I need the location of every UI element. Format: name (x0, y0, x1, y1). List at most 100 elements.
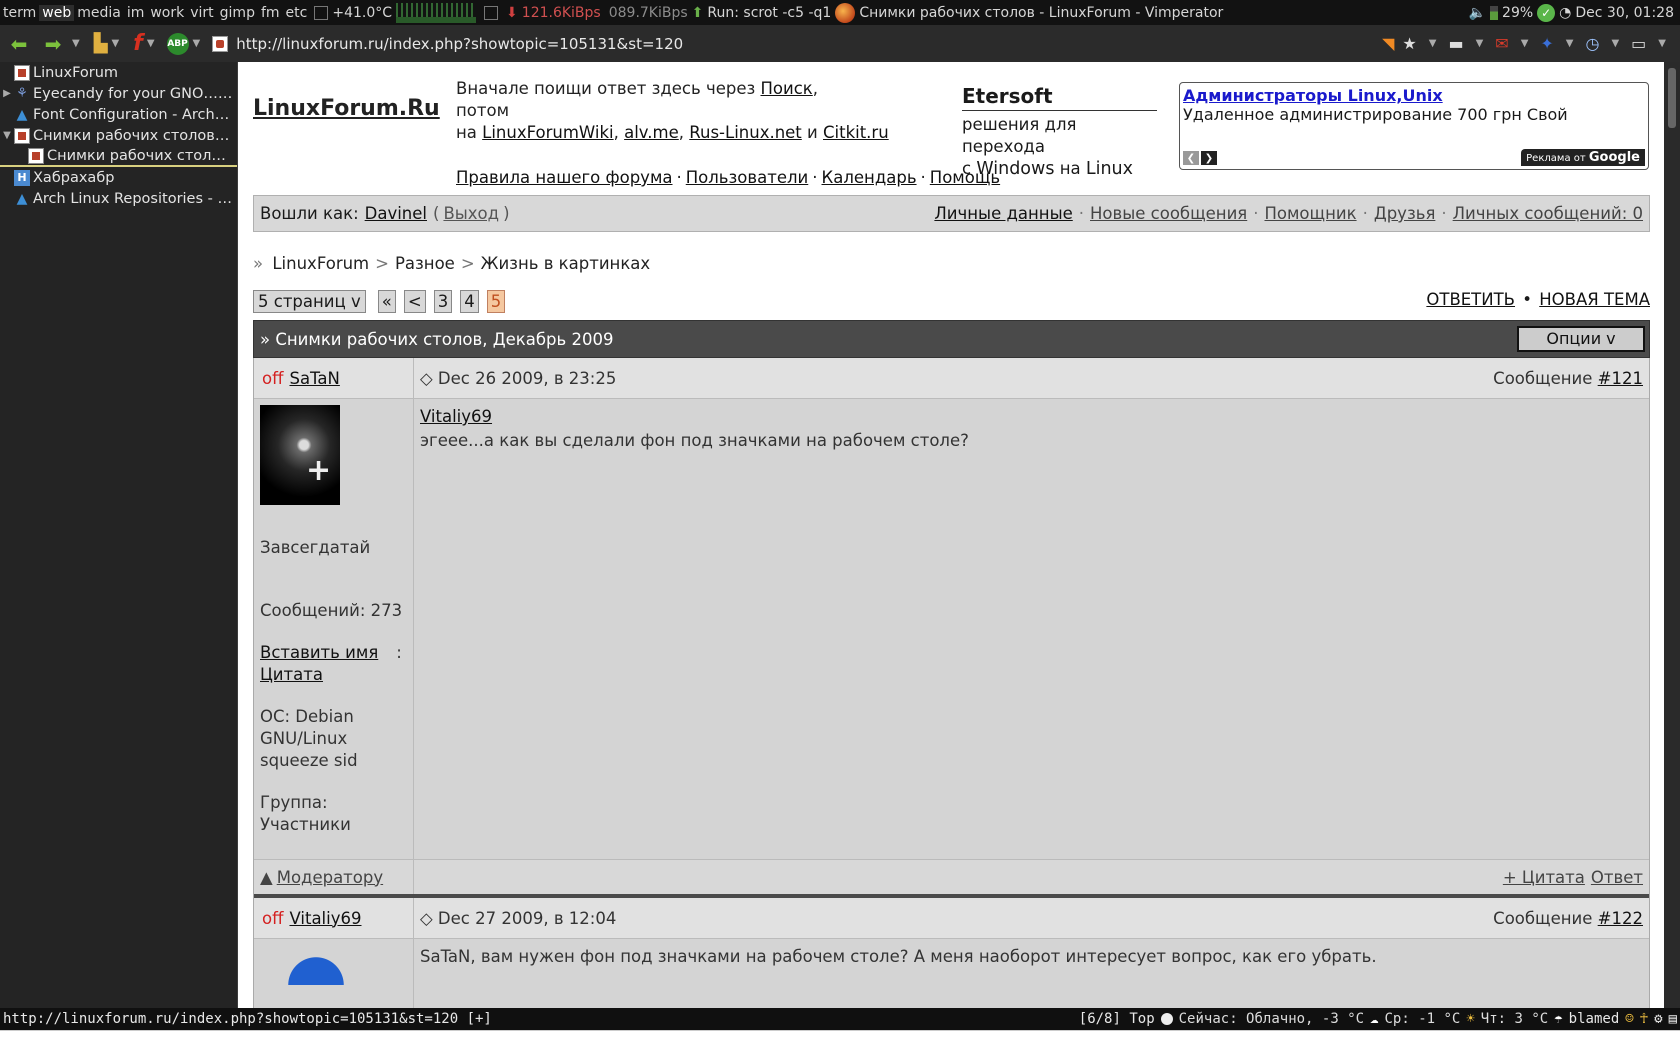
tag-etc[interactable]: etc (283, 5, 311, 21)
folder-dropdown-icon[interactable]: ▼ (112, 38, 120, 49)
page-3-button[interactable]: 3 (433, 290, 453, 313)
delicious-star-icon[interactable]: ✦ (1540, 34, 1553, 53)
run-prompt[interactable]: Run: scrot -c5 -q1 (707, 5, 831, 21)
page-scrollbar[interactable] (1664, 62, 1680, 1008)
flash-icon[interactable]: f (133, 31, 143, 56)
collapse-icon[interactable]: ▼ (0, 130, 14, 141)
clock-dropdown-icon[interactable]: ▼ (1611, 38, 1619, 49)
friends-link[interactable]: Друзья (1374, 204, 1436, 223)
gmail-icon[interactable]: ✉ (1495, 34, 1508, 53)
minus-icon[interactable]: ▬ (1448, 34, 1463, 53)
update-check-icon[interactable]: ✓ (1537, 3, 1556, 22)
volume-icon[interactable]: 🔈 (1469, 5, 1486, 21)
tag-web[interactable]: web (39, 4, 75, 21)
url-input[interactable] (236, 34, 1137, 53)
screen-dropdown-icon[interactable]: ▼ (1658, 38, 1666, 49)
system-tray: 🔈 29% ✓ ◔ Dec 30, 01:28 (1469, 3, 1680, 22)
clock[interactable]: Dec 30, 01:28 (1575, 5, 1674, 21)
quote-link[interactable]: Цитата (260, 665, 323, 684)
prev-page-button[interactable]: < (403, 290, 426, 313)
users-link[interactable]: Пользователи (686, 168, 809, 187)
profile-link[interactable]: Личные данные (934, 204, 1072, 223)
breadcrumb-item[interactable]: LinuxForum (272, 254, 369, 273)
tag-virt[interactable]: virt (187, 5, 216, 21)
options-button[interactable]: Опции v (1517, 326, 1645, 352)
first-page-button[interactable]: « (377, 290, 396, 313)
author-link[interactable]: Vitaliy69 (289, 909, 361, 928)
rss-icon[interactable]: ◥ (1382, 34, 1394, 53)
gmail-dropdown-icon[interactable]: ▼ (1521, 38, 1529, 49)
calendar-link[interactable]: Календарь (822, 168, 917, 187)
site-logo[interactable]: LinuxForum.Ru (253, 96, 440, 121)
layout-icon[interactable] (314, 5, 329, 20)
tab-label: Снимки рабочих столов … (33, 127, 233, 144)
tag-gimp[interactable]: gimp (217, 5, 258, 21)
etersoft-banner[interactable]: Etersoft решения для перехода с Windows … (962, 84, 1157, 180)
gear-icon[interactable]: ⚙ (1654, 1011, 1662, 1027)
messages-link[interactable]: Личных сообщений: 0 (1453, 204, 1643, 223)
quoted-user-link[interactable]: Vitaliy69 (420, 407, 492, 426)
sidebar-tab-screenshots-parent[interactable]: ▼ Снимки рабочих столов … (0, 125, 237, 146)
reply-button[interactable]: ОТВЕТИТЬ (1426, 290, 1515, 309)
google-ad[interactable]: Администраторы Linux,Unix Удаленное адми… (1179, 82, 1649, 170)
tag-fm[interactable]: fm (258, 5, 283, 21)
sidebar-tab-habrahabr[interactable]: H Хабрахабр (0, 167, 237, 188)
author-link[interactable]: SaTaN (289, 369, 339, 388)
sidebar-tab-linuxforum[interactable]: LinuxForum (0, 62, 237, 83)
post-number-link[interactable]: #122 (1598, 909, 1643, 928)
back-icon[interactable]: ⬅ (4, 29, 34, 59)
new-topic-button[interactable]: НОВАЯ ТЕМА (1539, 290, 1650, 309)
username-link[interactable]: Davinel (365, 204, 427, 223)
post-number-link[interactable]: #121 (1598, 369, 1643, 388)
ad-next-icon[interactable]: ❯ (1201, 151, 1217, 165)
sidebar-tab-eyecandy[interactable]: ▶ ⚘ Eyecandy for your GNO… (1) (0, 83, 237, 104)
folder-icon[interactable]: ▙ (94, 33, 108, 54)
adblock-dropdown-icon[interactable]: ▼ (193, 38, 201, 49)
tag-media[interactable]: media (74, 5, 124, 21)
multi-quote-button[interactable]: + Цитата (1503, 868, 1585, 887)
search-link[interactable]: Поиск (761, 79, 813, 98)
delicious-dropdown-icon[interactable]: ▼ (1566, 38, 1574, 49)
breadcrumb-item[interactable]: Жизнь в картинках (481, 254, 651, 273)
bookmark-dropdown-icon[interactable]: ▼ (1429, 38, 1437, 49)
help-link[interactable]: Помощь (930, 168, 1000, 187)
minus-dropdown-icon[interactable]: ▼ (1476, 38, 1484, 49)
page-icon[interactable]: ▤ (1669, 1011, 1677, 1027)
pages-dropdown[interactable]: 5 страниц v (253, 290, 366, 313)
page-4-button[interactable]: 4 (460, 290, 479, 313)
citkit-link[interactable]: Citkit.ru (823, 123, 889, 142)
command-line[interactable] (0, 1030, 1680, 1050)
tag-work[interactable]: work (147, 5, 187, 21)
wiki-link[interactable]: LinuxForumWiki (482, 123, 613, 142)
insert-name-link[interactable]: Вставить имя (260, 643, 378, 662)
ad-title[interactable]: Администраторы Linux,Unix (1183, 86, 1645, 105)
sidebar-tab-font-configuration[interactable]: ▲ Font Configuration - Arch… (0, 104, 237, 125)
tag-im[interactable]: im (124, 5, 148, 21)
ankh-icon[interactable]: ☥ (1640, 1011, 1648, 1027)
history-dropdown-icon[interactable]: ▼ (72, 38, 80, 49)
ad-attribution[interactable]: Реклама от Google (1521, 149, 1645, 166)
assistant-link[interactable]: Помощник (1264, 204, 1356, 223)
report-moderator-link[interactable]: Модератору (277, 868, 383, 887)
ruslinux-link[interactable]: Rus-Linux.net (689, 123, 802, 142)
smiley-icon[interactable]: ☺ (1625, 1011, 1633, 1027)
scrollbar-thumb[interactable] (1668, 68, 1676, 128)
screen-icon[interactable]: ▭ (1631, 34, 1646, 53)
new-posts-link[interactable]: Новые сообщения (1090, 204, 1247, 223)
answer-button[interactable]: Ответ (1591, 868, 1643, 887)
logout-link[interactable]: Выход (443, 204, 499, 223)
bookmark-star-icon[interactable]: ★ (1402, 34, 1416, 53)
adblock-icon[interactable]: ABP (166, 32, 189, 55)
history-clock-icon[interactable]: ◷ (1586, 34, 1600, 53)
alvme-link[interactable]: alv.me (624, 123, 679, 142)
pagination: 5 страниц v « < 3 4 5 (253, 290, 506, 313)
forum-rules-link[interactable]: Правила нашего форума (456, 168, 673, 187)
expand-icon[interactable]: ▶ (0, 88, 14, 99)
sidebar-tab-arch-repositories[interactable]: ▲ Arch Linux Repositories - p… (0, 188, 237, 209)
sidebar-tab-screenshots-current[interactable]: Снимки рабочих столо… (0, 146, 237, 167)
flash-dropdown-icon[interactable]: ▼ (147, 38, 155, 49)
breadcrumb-item[interactable]: Разное (395, 254, 455, 273)
tag-term[interactable]: term (0, 5, 39, 21)
ad-prev-icon[interactable]: ❮ (1183, 151, 1199, 165)
forward-icon[interactable]: ➡ (38, 29, 68, 59)
